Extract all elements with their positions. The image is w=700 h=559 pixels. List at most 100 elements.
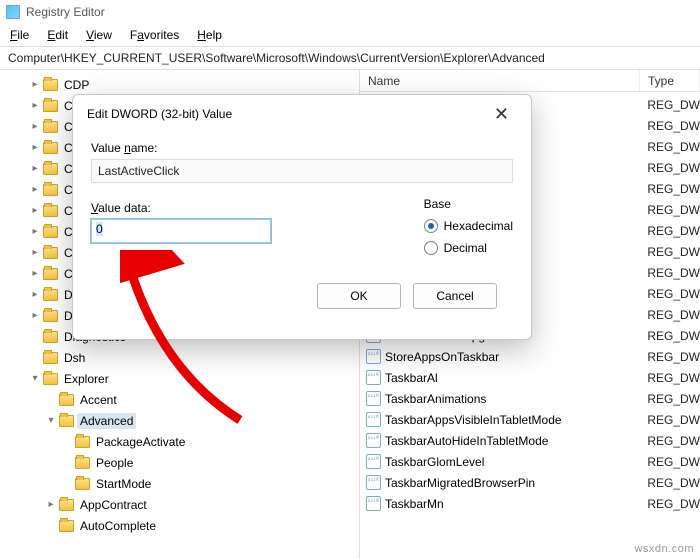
tree-node-label: Advanced	[77, 413, 136, 429]
value-type: REG_DW	[639, 455, 700, 469]
folder-icon	[43, 79, 58, 91]
folder-icon	[43, 373, 58, 385]
tree-node-label: People	[93, 455, 136, 471]
chevron-icon	[46, 415, 56, 426]
radio-hexadecimal[interactable]: Hexadecimal	[424, 215, 513, 237]
menu-view[interactable]: View	[86, 28, 112, 42]
tree-node-label: AutoComplete	[77, 518, 159, 534]
tree-node[interactable]: PackageActivate	[14, 431, 359, 452]
chevron-icon	[30, 268, 40, 279]
list-item[interactable]: TaskbarAutoHideInTabletModeREG_DW	[360, 430, 700, 451]
tree-node-label: CDP	[61, 77, 92, 93]
dword-icon	[366, 391, 381, 406]
menu-edit[interactable]: Edit	[47, 28, 68, 42]
base-group-label: Base	[424, 197, 513, 211]
chevron-icon	[30, 142, 40, 153]
chevron-icon	[30, 247, 40, 258]
col-name[interactable]: Name	[360, 70, 640, 91]
value-name: TaskbarMn	[385, 497, 444, 511]
menubar: File Edit View Favorites Help	[0, 24, 700, 46]
value-name: TaskbarMigratedBrowserPin	[385, 476, 535, 490]
value-type: REG_DW	[639, 140, 700, 154]
tree-node-label: AppContract	[77, 497, 150, 513]
folder-icon	[43, 163, 58, 175]
value-name: TaskbarAutoHideInTabletMode	[385, 434, 548, 448]
cancel-button[interactable]: Cancel	[413, 283, 497, 309]
chevron-icon	[30, 121, 40, 132]
value-type: REG_DW	[639, 392, 700, 406]
list-item[interactable]: TaskbarGlomLevel REG_DW	[360, 451, 700, 472]
list-item[interactable]: TaskbarAppsVisibleInTabletMode REG_DW	[360, 409, 700, 430]
dialog-title: Edit DWORD (32-bit) Value	[87, 107, 232, 121]
list-header: Name Type	[360, 70, 700, 92]
chevron-icon	[30, 373, 40, 384]
folder-icon	[43, 205, 58, 217]
menu-file[interactable]: File	[10, 28, 29, 42]
tree-node[interactable]: StartMode	[14, 473, 359, 494]
chevron-icon	[30, 79, 40, 90]
tree-node-label: Explorer	[61, 371, 112, 387]
folder-icon	[43, 352, 58, 364]
tree-node[interactable]: Accent	[14, 389, 359, 410]
folder-icon	[75, 457, 90, 469]
list-item[interactable]: TaskbarAlREG_DW	[360, 367, 700, 388]
folder-icon	[75, 478, 90, 490]
tree-node[interactable]: Explorer	[14, 368, 359, 389]
ok-button[interactable]: OK	[317, 283, 401, 309]
dword-icon	[366, 370, 381, 385]
chevron-icon	[30, 100, 40, 111]
tree-node-label: StartMode	[93, 476, 154, 492]
value-type: REG_DW	[639, 245, 700, 259]
value-name: TaskbarAnimations	[385, 392, 486, 406]
value-type: REG_DW	[639, 308, 700, 322]
close-icon[interactable]: ✕	[486, 101, 517, 127]
address-bar[interactable]: Computer\HKEY_CURRENT_USER\Software\Micr…	[0, 46, 700, 70]
value-name: TaskbarGlomLevel	[385, 455, 484, 469]
value-type: REG_DW	[639, 119, 700, 133]
chevron-icon	[46, 499, 56, 510]
chevron-icon	[30, 226, 40, 237]
col-type[interactable]: Type	[640, 70, 700, 91]
radio-decimal[interactable]: Decimal	[424, 237, 513, 259]
value-data-input[interactable]: 0	[91, 219, 271, 243]
value-type: REG_DW	[639, 161, 700, 175]
folder-icon	[43, 247, 58, 259]
tree-node[interactable]: Dsh	[14, 347, 359, 368]
value-name: TaskbarAppsVisibleInTabletMode	[385, 413, 562, 427]
list-item[interactable]: TaskbarMigratedBrowserPin REG_DW	[360, 472, 700, 493]
value-name-field[interactable]: LastActiveClick	[91, 159, 513, 183]
tree-node-label: Dsh	[61, 350, 88, 366]
titlebar: Registry Editor	[0, 0, 700, 24]
dword-icon	[366, 454, 381, 469]
tree-node[interactable]: Advanced	[14, 410, 359, 431]
value-type: REG_DW	[639, 476, 700, 490]
value-name-label: Value name:	[91, 141, 513, 155]
folder-icon	[59, 499, 74, 511]
tree-node[interactable]: AutoComplete	[14, 515, 359, 536]
list-item[interactable]: TaskbarMnREG_DW	[360, 493, 700, 514]
tree-node[interactable]: AppContract	[14, 494, 359, 515]
dword-icon	[366, 349, 381, 364]
folder-icon	[43, 121, 58, 133]
tree-node[interactable]: People	[14, 452, 359, 473]
list-item[interactable]: TaskbarAnimations REG_DW	[360, 388, 700, 409]
folder-icon	[43, 331, 58, 343]
value-type: REG_DW	[639, 350, 700, 364]
watermark: wsxdn.com	[634, 543, 694, 555]
chevron-icon	[30, 163, 40, 174]
radio-dot-icon	[424, 241, 438, 255]
value-type: REG_DW	[639, 329, 700, 343]
dword-icon	[366, 496, 381, 511]
dword-icon	[366, 412, 381, 427]
value-type: REG_DW	[639, 287, 700, 301]
folder-icon	[43, 226, 58, 238]
folder-icon	[59, 394, 74, 406]
value-type: REG_DW	[639, 224, 700, 238]
list-item[interactable]: StoreAppsOnTaskbarREG_DW	[360, 346, 700, 367]
tree-node[interactable]: CDP	[14, 74, 359, 95]
tree-node-label: PackageActivate	[93, 434, 188, 450]
menu-help[interactable]: Help	[197, 28, 222, 42]
folder-icon	[43, 268, 58, 280]
value-type: REG_DW	[639, 413, 700, 427]
menu-favorites[interactable]: Favorites	[130, 28, 179, 42]
